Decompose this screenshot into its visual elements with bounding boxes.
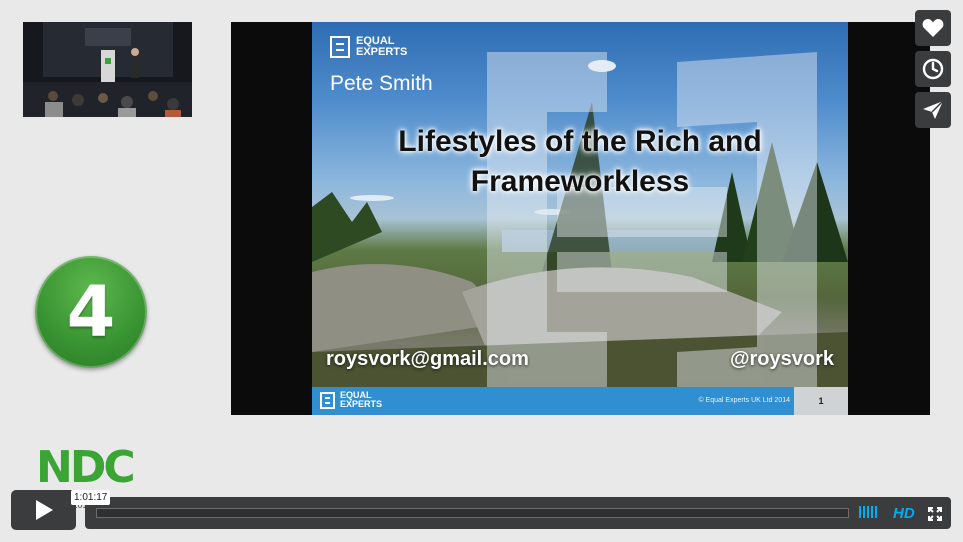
presenter-name: Pete Smith xyxy=(330,72,433,95)
slide-number-text: 1 xyxy=(818,396,824,406)
watch-later-button[interactable] xyxy=(915,51,951,87)
volume-icon[interactable] xyxy=(859,506,877,518)
volume-bar xyxy=(871,506,873,518)
equal-experts-wordmark: EQUAL EXPERTS xyxy=(340,390,383,409)
progress-bar[interactable] xyxy=(96,508,849,518)
equal-experts-logo-bottom: EQUAL EXPERTS xyxy=(320,391,382,409)
slide-footer: EQUAL EXPERTS © Equal Experts UK Ltd 201… xyxy=(312,387,848,415)
session-number: 4 xyxy=(66,271,116,353)
volume-bar xyxy=(859,506,861,518)
volume-bar xyxy=(875,506,877,518)
slide-frame: EQUAL EXPERTS Pete Smith Lifestyles of t… xyxy=(231,22,930,415)
volume-bar xyxy=(863,506,865,518)
fullscreen-icon[interactable] xyxy=(928,507,942,526)
fullscreen-arrows-icon xyxy=(928,507,942,521)
presentation-slide: EQUAL EXPERTS Pete Smith Lifestyles of t… xyxy=(312,22,848,415)
like-button[interactable] xyxy=(915,10,951,46)
twitter-handle: @roysvork xyxy=(730,348,834,370)
time-tooltip: 1:01:17 xyxy=(71,490,111,505)
speaker-camera-thumbnail xyxy=(23,22,192,117)
session-number-badge: 4 xyxy=(35,256,147,368)
ndc-logo: NDC xyxy=(36,442,136,493)
slide-copyright: © Equal Experts UK Ltd 2014 xyxy=(698,397,790,404)
stage-scene xyxy=(23,22,192,117)
play-button[interactable] xyxy=(11,490,76,530)
slide-number: 1 xyxy=(794,387,848,415)
share-button[interactable] xyxy=(915,92,951,128)
talk-title-line-1: Lifestyles of the Rich and xyxy=(398,125,762,158)
contact-email: roysvork@gmail.com xyxy=(326,348,529,370)
play-icon xyxy=(35,500,53,520)
volume-bar xyxy=(867,506,869,518)
talk-title: Lifestyles of the Rich and Frameworkless xyxy=(312,122,848,202)
hd-toggle[interactable]: HD xyxy=(893,505,915,522)
equal-experts-mark-icon xyxy=(320,391,335,409)
send-icon xyxy=(923,100,944,119)
talk-title-line-2: Frameworkless xyxy=(470,165,690,198)
heart-icon xyxy=(922,19,944,37)
equal-experts-mark-icon xyxy=(330,36,350,58)
clock-icon xyxy=(922,58,944,80)
equal-experts-wordmark: EQUAL EXPERTS xyxy=(356,35,408,58)
equal-experts-logo-top: EQUAL EXPERTS xyxy=(330,36,407,58)
